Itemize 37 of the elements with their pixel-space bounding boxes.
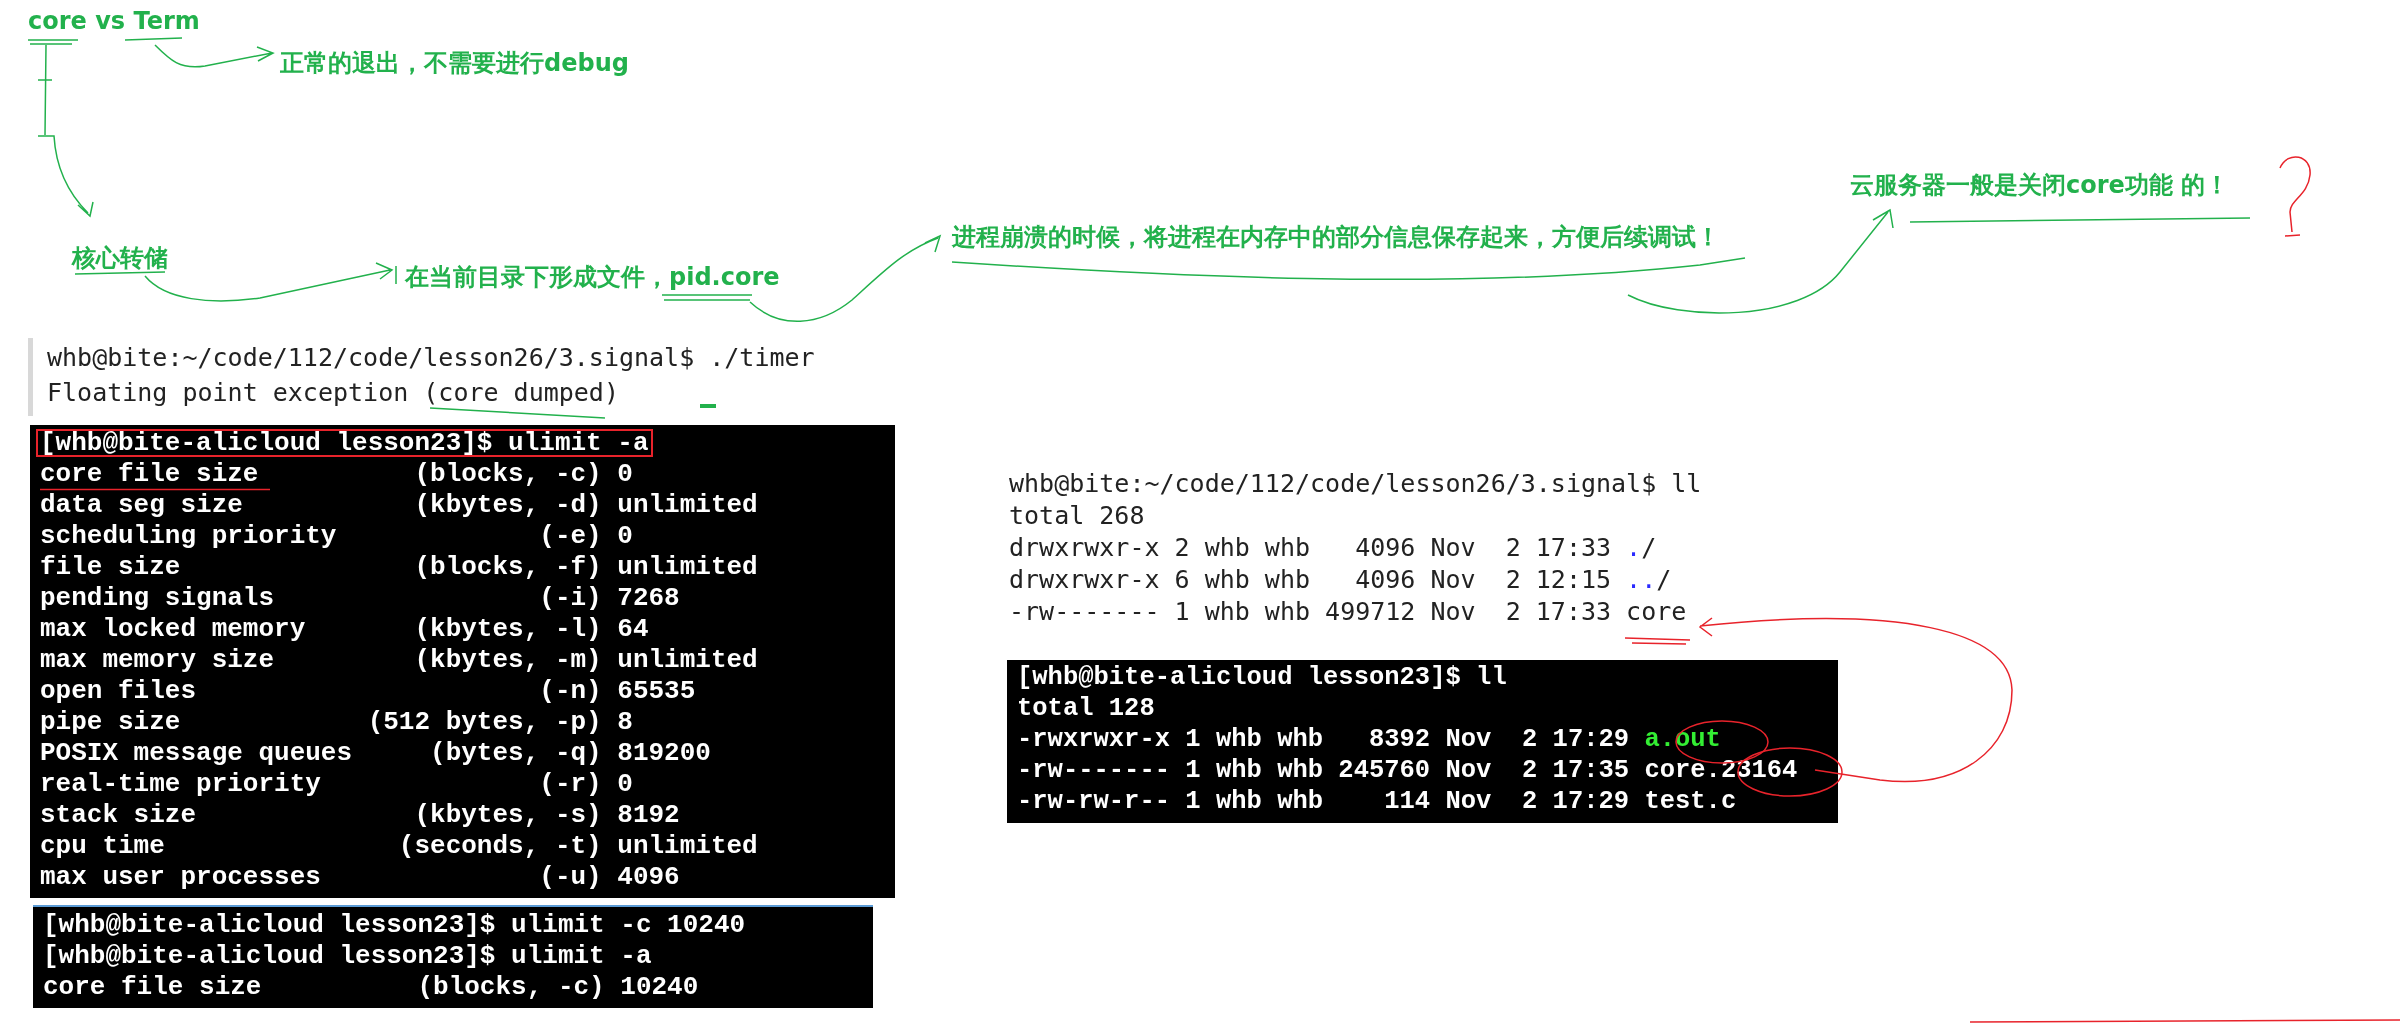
terminal-line: file size (blocks, -f) unlimited (39, 553, 759, 581)
terminal-line: Floating point exception (core dumped) (46, 377, 620, 409)
terminal-line: total 128 (1016, 695, 1156, 723)
terminal-line: [whb@bite-alicloud lesson23]$ ulimit -c 10240 (42, 911, 747, 939)
terminal-line: max memory size (kbytes, -m) unlimited (39, 646, 759, 674)
terminal-line: whb@bite:~/code/112/code/lesson26/3.signal$ ./timer (46, 342, 816, 374)
terminal-line: [whb@bite-alicloud lesson23]$ ll (1016, 664, 1508, 692)
annotation-note: 正常的退出，不需要进行debug (280, 48, 629, 78)
terminal-line: POSIX message queues (bytes, -q) 819200 (39, 739, 712, 767)
terminal-line: cpu time (seconds, -t) unlimited (39, 832, 759, 860)
underline-stroke (1624, 637, 1691, 645)
terminal-line: max user processes (-u) 4096 (39, 863, 681, 891)
annotation-note: 核心转储 (72, 243, 168, 273)
terminal-line: max locked memory (kbytes, -l) 64 (39, 615, 650, 643)
terminal-line: -rw-rw-r-- 1 whb whb 114 Nov 2 17:29 test.c (1016, 788, 1738, 816)
terminal-line: drwxrwxr-x 6 whb whb 4096 Nov 2 12:15 ../ (1008, 565, 1673, 594)
terminal-line: [whb@bite-alicloud lesson23]$ ulimit -a (42, 942, 653, 970)
terminal-line: stack size (kbytes, -s) 8192 (39, 801, 681, 829)
terminal-line: core file size (blocks, -c) 10240 (42, 973, 700, 1001)
terminal-line: core file size (blocks, -c) 0 (39, 460, 634, 488)
annotation-note: core vs Term (28, 6, 200, 36)
terminal-line: drwxrwxr-x 2 whb whb 4096 Nov 2 17:33 ./ (1008, 533, 1658, 562)
underline-stroke (27, 39, 79, 45)
terminal-line: scheduling priority (-e) 0 (39, 522, 634, 550)
dash-mark (700, 404, 716, 408)
annotation-note: 进程崩溃的时候，将进程在内存中的部分信息保存起来，方便后续调试！ (952, 222, 1720, 252)
terminal-line: pending signals (-i) 7268 (39, 584, 681, 612)
terminal-line: whb@bite:~/code/112/code/lesson26/3.signal$ ll (1008, 469, 1703, 498)
terminal-line: -rw------- 1 whb whb 499712 Nov 2 17:33 core (1008, 597, 1688, 626)
underline-stroke (124, 37, 183, 41)
annotation-note: 在当前目录下形成文件，pid.core (405, 262, 780, 292)
terminal-line: real-time priority (-r) 0 (39, 770, 634, 798)
terminal-line: data seg size (kbytes, -d) unlimited (39, 491, 759, 519)
terminal-line: total 268 (1008, 501, 1146, 530)
terminal-line: pipe size (512 bytes, -p) 8 (39, 708, 634, 736)
annotation-note: 云服务器一般是关闭core功能 的！ (1850, 170, 2230, 200)
terminal-line: open files (-n) 65535 (39, 677, 697, 705)
